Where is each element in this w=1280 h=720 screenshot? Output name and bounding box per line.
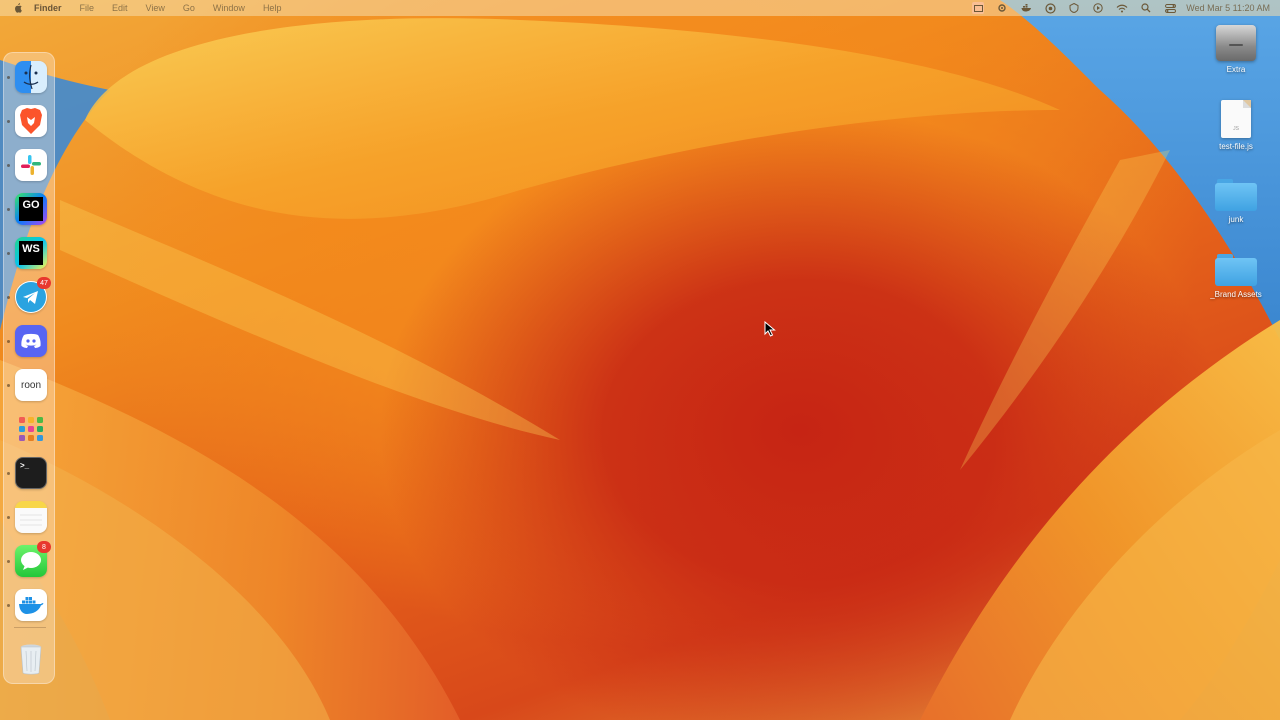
dock-item-roon[interactable]: roon: [15, 369, 47, 401]
dock-item-launchpad[interactable]: [15, 413, 47, 445]
menu-bar: Finder File Edit View Go Window Help Wed…: [0, 0, 1280, 16]
running-indicator: [7, 296, 10, 299]
docker-whale-icon: [19, 597, 44, 614]
menu-edit[interactable]: Edit: [112, 3, 128, 13]
dock-item-discord[interactable]: [15, 325, 47, 357]
menu-app-finder[interactable]: Finder: [34, 3, 62, 13]
running-indicator: [7, 384, 10, 387]
dock-item-terminal[interactable]: >_: [15, 457, 47, 489]
finder-icon: [23, 64, 39, 90]
dock: GO WS 47 roon >_ 8: [3, 52, 55, 684]
wifi-icon[interactable]: [1116, 2, 1128, 14]
mouse-cursor-icon: [764, 321, 776, 337]
settings-icon[interactable]: [996, 2, 1008, 14]
running-indicator: [7, 120, 10, 123]
running-indicator: [7, 516, 10, 519]
menu-clock[interactable]: Wed Mar 5 11:20 AM: [1186, 3, 1270, 13]
menu-go[interactable]: Go: [183, 3, 195, 13]
folder-icon: [1215, 254, 1257, 286]
dock-item-telegram[interactable]: 47: [15, 277, 51, 313]
launchpad-grid-icon: [19, 417, 43, 441]
document-ext: JS: [1233, 126, 1239, 132]
desktop[interactable]: Finder File Edit View Go Window Help Wed…: [0, 0, 1280, 720]
folder-icon: [1215, 179, 1257, 211]
chrome-extension-icon[interactable]: [1044, 2, 1056, 14]
brave-lion-icon: [20, 108, 42, 134]
play-icon[interactable]: [1092, 2, 1104, 14]
running-indicator: [7, 208, 10, 211]
desktop-icon-extra[interactable]: Extra: [1196, 25, 1276, 74]
trash-icon: [20, 644, 42, 675]
dock-item-finder[interactable]: [15, 61, 47, 93]
terminal-icon: >_: [20, 461, 30, 470]
goland-icon: GO: [19, 197, 43, 221]
running-indicator: [7, 340, 10, 343]
goland-label: GO: [22, 199, 40, 211]
roon-icon: roon: [20, 379, 41, 391]
vpn-icon[interactable]: [1068, 2, 1080, 14]
dock-item-slack[interactable]: [15, 149, 47, 181]
menu-file[interactable]: File: [80, 3, 95, 13]
running-indicator: [7, 76, 10, 79]
dock-item-messages[interactable]: 8: [15, 541, 51, 577]
webstorm-label: WS: [22, 243, 40, 255]
dock-item-notes[interactable]: [15, 501, 47, 533]
menu-window[interactable]: Window: [213, 3, 245, 13]
desktop-icon-label: _Brand Assets: [1210, 290, 1262, 299]
dock-item-docker[interactable]: [15, 589, 47, 621]
dock-item-trash[interactable]: [15, 643, 47, 675]
running-indicator: [7, 560, 10, 563]
desktop-icon-label: junk: [1228, 215, 1244, 224]
dock-item-webstorm[interactable]: WS: [15, 237, 47, 269]
wallpaper: [0, 0, 1280, 720]
messages-icon: [21, 552, 41, 570]
discord-icon: [21, 333, 41, 348]
slack-icon: [21, 155, 41, 175]
screen-record-icon[interactable]: [972, 2, 985, 14]
running-indicator: [7, 472, 10, 475]
desktop-icon-label: test-file.js: [1219, 142, 1253, 151]
dock-item-brave[interactable]: [15, 105, 47, 137]
document-icon: JS: [1221, 100, 1251, 138]
menu-view[interactable]: View: [146, 3, 165, 13]
running-indicator: [7, 604, 10, 607]
notes-icon: [20, 514, 42, 526]
desktop-icon-label: Extra: [1226, 65, 1246, 74]
desktop-icon-brand-assets[interactable]: _Brand Assets: [1196, 250, 1276, 299]
telegram-badge: 47: [37, 277, 51, 289]
apple-logo-icon[interactable]: [11, 1, 25, 15]
control-center-icon[interactable]: [1164, 2, 1176, 14]
running-indicator: [7, 252, 10, 255]
search-icon[interactable]: [1140, 2, 1152, 14]
webstorm-icon: WS: [19, 241, 43, 265]
desktop-icon-test-file[interactable]: JS test-file.js: [1196, 100, 1276, 151]
desktop-icon-junk[interactable]: junk: [1196, 175, 1276, 224]
menu-help[interactable]: Help: [263, 3, 282, 13]
running-indicator: [7, 164, 10, 167]
external-drive-icon: [1216, 25, 1256, 61]
docker-whale-icon[interactable]: [1020, 2, 1032, 14]
messages-badge: 8: [37, 541, 51, 553]
dock-item-goland[interactable]: GO: [15, 193, 47, 225]
dock-separator: [14, 627, 46, 628]
